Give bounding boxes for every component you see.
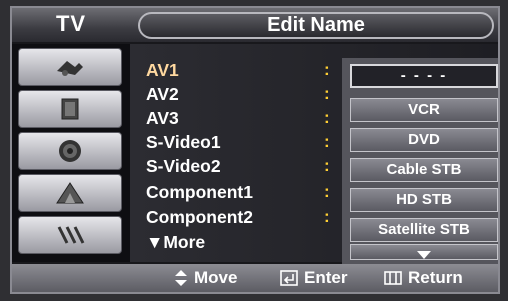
sound-icon (61, 98, 79, 120)
option-hd-stb[interactable]: HD STB (350, 188, 498, 212)
menu-item-component1[interactable]: Component1 (146, 182, 253, 202)
input-icon (57, 226, 85, 244)
page-title: Edit Name (138, 12, 494, 39)
setup-icon (56, 182, 84, 204)
sidebar-item-sound[interactable] (18, 90, 122, 128)
separator-colon: : (324, 132, 330, 151)
title-bar: TV Edit Name (12, 8, 498, 42)
return-icon (384, 271, 402, 285)
sidebar (12, 44, 130, 262)
sidebar-item-setup[interactable] (18, 174, 122, 212)
menu-item-s-video1[interactable]: S-Video1 (146, 132, 221, 152)
option-vcr[interactable]: VCR (350, 98, 498, 122)
return-label: Return (408, 268, 463, 287)
option-satellite-stb[interactable]: Satellite STB (350, 218, 498, 242)
menu-item-s-video2[interactable]: S-Video2 (146, 156, 221, 176)
name-dropdown: - - - - VCR DVD Cable STB HD STB Satelli… (342, 58, 498, 264)
input-list: AV1 AV2 AV3 S-Video1 S-Video2 Component1… (130, 44, 498, 264)
separator-colon: : (324, 207, 330, 226)
down-arrow-icon (417, 251, 431, 259)
menu-item-av1[interactable]: AV1 (146, 60, 179, 80)
enter-hint: Enter (280, 264, 347, 292)
menu-item-av2[interactable]: AV2 (146, 84, 179, 104)
sidebar-item-picture[interactable] (18, 48, 122, 86)
scroll-down-button[interactable] (350, 244, 498, 260)
option-dvd[interactable]: DVD (350, 128, 498, 152)
option-blank[interactable]: - - - - (350, 64, 498, 88)
separator-colon: : (324, 182, 330, 201)
separator-colon: : (324, 60, 330, 79)
enter-label: Enter (304, 268, 348, 287)
up-down-arrow-icon (174, 269, 188, 287)
menu-item-more[interactable]: ▼More (146, 232, 205, 252)
tv-label: TV (55, 11, 87, 36)
separator-colon: : (324, 84, 330, 103)
help-bar: Move Enter Return (12, 264, 498, 292)
menu-item-av3[interactable]: AV3 (146, 108, 179, 128)
sidebar-item-channel[interactable] (18, 132, 122, 170)
menu-item-component2[interactable]: Component2 (146, 207, 253, 227)
channel-icon (59, 140, 81, 162)
sidebar-item-input[interactable] (18, 216, 122, 254)
move-hint: Move (174, 264, 237, 292)
option-cable-stb[interactable]: Cable STB (350, 158, 498, 182)
move-label: Move (194, 268, 238, 287)
separator-colon: : (324, 156, 330, 175)
picture-icon (57, 61, 83, 76)
tv-osd-screen: TV Edit Name AV1 AV2 AV3 S-Video1 S-Vide… (10, 6, 500, 294)
separator-colon: : (324, 108, 330, 127)
enter-icon (280, 270, 298, 286)
return-hint: Return (384, 264, 463, 292)
